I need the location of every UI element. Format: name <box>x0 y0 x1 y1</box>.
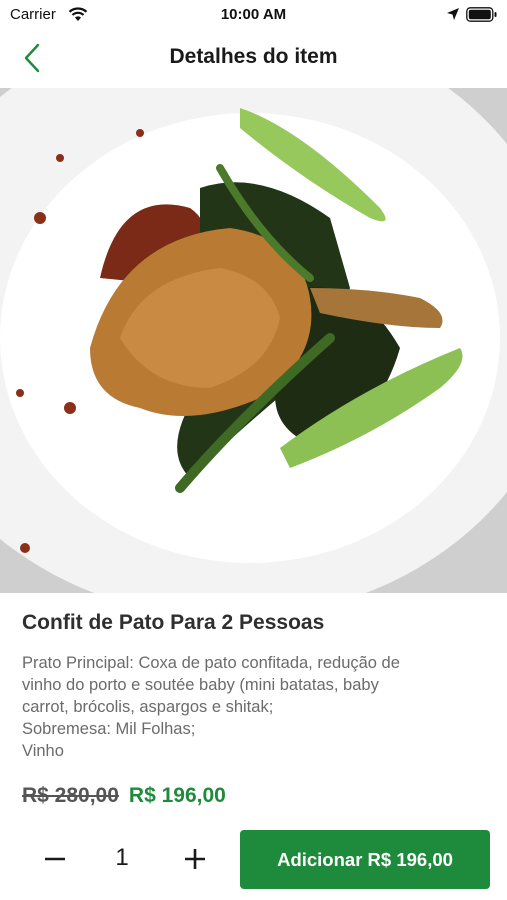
quantity-value: 1 <box>115 844 129 871</box>
page-title: Detalhes do item <box>169 45 338 68</box>
add-to-cart-button[interactable]: Adicionar R$ 196,00 <box>240 830 490 889</box>
description-line: Sobremesa: Mil Folhas; <box>22 720 196 738</box>
increase-quantity-button[interactable] <box>178 842 212 876</box>
minus-icon <box>45 857 65 861</box>
add-button-label: Adicionar R$ 196,00 <box>277 848 453 870</box>
description-line: Prato Principal: Coxa de pato confitada,… <box>22 654 400 672</box>
location-arrow-icon <box>446 7 460 26</box>
clock: 10:00 AM <box>220 6 287 23</box>
description-line: vinho do porto e soutée baby (mini batat… <box>22 676 379 694</box>
quantity-stepper: 1 <box>22 830 222 890</box>
battery-icon <box>466 7 498 27</box>
original-price: R$ 280,00 <box>22 784 119 807</box>
description-line: Vinho <box>22 742 64 760</box>
description-line: carrot, brócolis, aspargos e shitak; <box>22 698 274 716</box>
decrease-quantity-button[interactable] <box>38 842 72 876</box>
discounted-price: R$ 196,00 <box>128 784 226 807</box>
item-photo <box>0 88 507 593</box>
navigation-bar: Detalhes do item <box>0 30 507 86</box>
status-bar: Carrier 10:00 AM <box>0 0 507 30</box>
plus-icon <box>185 849 205 869</box>
item-description: Prato Principal: Coxa de pato confitada,… <box>22 652 492 762</box>
item-name: Confit de Pato Para 2 Pessoas <box>22 611 325 634</box>
price-row: R$ 280,00 R$ 196,00 <box>22 784 226 808</box>
